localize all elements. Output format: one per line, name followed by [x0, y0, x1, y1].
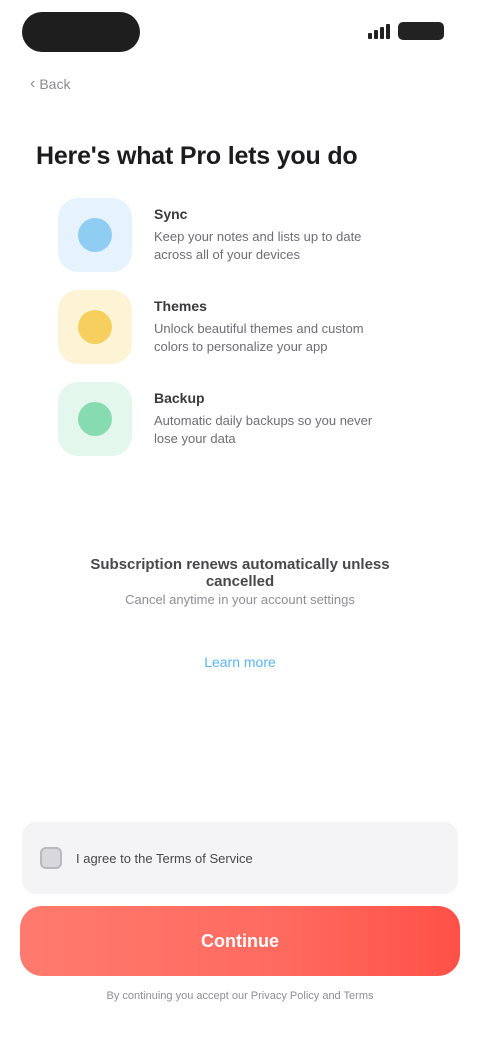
- continue-button[interactable]: Continue: [20, 906, 460, 976]
- paywall-screen: ‹ Back Here's what Pro lets you do Sync …: [0, 0, 480, 1040]
- feature-list: Sync Keep your notes and lists up to dat…: [58, 198, 418, 474]
- status-bar: [0, 0, 480, 64]
- dynamic-island: [22, 12, 140, 52]
- feature-description: Unlock beautiful themes and custom color…: [154, 321, 364, 354]
- back-button[interactable]: ‹ Back: [30, 75, 71, 93]
- page-title: Here's what Pro lets you do: [36, 142, 358, 170]
- legal-text: By continuing you accept our Privacy Pol…: [106, 990, 374, 1002]
- chevron-left-icon: ‹: [30, 75, 36, 92]
- terms-label: I agree to the Terms of Service: [76, 850, 253, 866]
- status-icons: [368, 22, 444, 40]
- signal-icon: [368, 23, 390, 39]
- feature-title: Backup: [154, 390, 205, 406]
- cloud-sync-icon: [58, 198, 132, 272]
- terms-checkbox[interactable]: [40, 847, 62, 869]
- feature-item: Sync Keep your notes and lists up to dat…: [58, 198, 418, 290]
- cancel-info: Cancel anytime in your account settings: [125, 592, 355, 607]
- feature-description: Automatic daily backups so you never los…: [154, 413, 373, 446]
- feature-item: Backup Automatic daily backups so you ne…: [58, 382, 418, 474]
- battery-icon: [398, 22, 444, 40]
- feature-description: Keep your notes and lists up to date acr…: [154, 229, 362, 262]
- renewal-info: Subscription renews automatically unless…: [90, 556, 390, 590]
- back-label: Back: [39, 76, 71, 92]
- shield-icon: [58, 382, 132, 456]
- feature-title: Themes: [154, 298, 207, 314]
- learn-more-link[interactable]: Learn more: [160, 654, 320, 670]
- terms-agreement-row[interactable]: I agree to the Terms of Service: [22, 822, 458, 894]
- star-icon: [58, 290, 132, 364]
- feature-item: Themes Unlock beautiful themes and custo…: [58, 290, 418, 382]
- feature-title: Sync: [154, 206, 188, 222]
